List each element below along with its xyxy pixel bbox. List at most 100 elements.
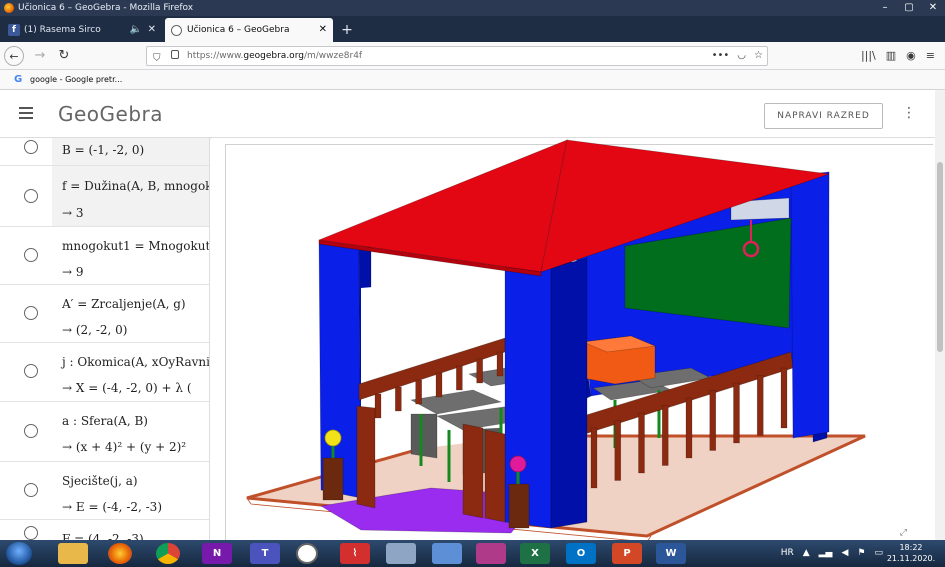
visibility-toggle[interactable] bbox=[24, 189, 38, 203]
algebra-row[interactable]: mnogokut1 = Mnogokut( → 9 bbox=[0, 227, 209, 285]
show-hidden-icons-icon[interactable]: ▲ bbox=[803, 540, 810, 567]
new-tab-button[interactable]: + bbox=[336, 18, 358, 42]
algebra-definition[interactable]: j : Okomica(A, xOyRavnin bbox=[62, 355, 209, 369]
start-button[interactable] bbox=[6, 542, 32, 565]
algebra-definition[interactable]: F = (4, -2, -3) bbox=[62, 532, 144, 540]
system-tray: HR ▲ ▂▄ ◀ ⚑ ▭ bbox=[781, 540, 883, 567]
visibility-toggle[interactable] bbox=[24, 526, 38, 540]
powerpoint-icon[interactable]: P bbox=[612, 543, 642, 564]
railing-slat bbox=[374, 393, 382, 419]
geogebra-logo[interactable]: GeoGebra bbox=[58, 102, 163, 126]
page-actions-icon[interactable]: ••• bbox=[712, 47, 730, 65]
railing-slat bbox=[661, 405, 669, 466]
algebra-row[interactable]: A′ = Zrcaljenje(A, g) → (2, -2, 0) bbox=[0, 285, 209, 343]
firefox-icon[interactable] bbox=[108, 543, 132, 564]
account-icon[interactable]: ◉ bbox=[906, 46, 916, 66]
algebra-definition[interactable]: A′ = Zrcaljenje(A, g) bbox=[62, 297, 186, 311]
geogebra-header: GeoGebra NAPRAVI RAZRED ⋮ bbox=[0, 90, 935, 138]
algebra-row[interactable]: f = Dužina(A, B, mnogok → 3 bbox=[0, 166, 209, 227]
tab-label: (1) Rasema Sirco bbox=[24, 25, 101, 35]
network-icon[interactable]: ▂▄ bbox=[819, 540, 833, 567]
close-tab-icon[interactable]: ✕ bbox=[148, 18, 156, 42]
desk bbox=[410, 413, 438, 459]
close-window-button[interactable]: ✕ bbox=[921, 0, 945, 16]
front-center-column-side bbox=[550, 257, 588, 529]
page-scrollbar[interactable] bbox=[935, 90, 945, 540]
language-indicator[interactable]: HR bbox=[781, 540, 794, 567]
tab-geogebra[interactable]: Učionica 6 – GeoGebra ✕ bbox=[165, 18, 333, 42]
geogebra-icon[interactable] bbox=[296, 543, 318, 564]
chrome-icon[interactable] bbox=[156, 543, 180, 564]
speaker-icon[interactable]: 🔈 bbox=[130, 18, 142, 42]
files-icon[interactable] bbox=[386, 543, 416, 564]
navigation-toolbar: ← → ↻ ⛉ https://www.geogebra.org/m/wwze8… bbox=[0, 42, 945, 70]
flower-yellow bbox=[324, 429, 342, 447]
classroom-3d-scene[interactable] bbox=[211, 138, 935, 540]
hamburger-menu-icon[interactable] bbox=[19, 107, 33, 119]
geogebra-icon bbox=[171, 25, 182, 36]
algebra-row[interactable]: F = (4, -2, -3) bbox=[0, 520, 209, 540]
visibility-toggle[interactable] bbox=[24, 140, 38, 154]
clock[interactable]: 18:22 21.11.2020. bbox=[885, 542, 937, 564]
word-icon[interactable]: W bbox=[656, 543, 686, 564]
visibility-toggle[interactable] bbox=[24, 483, 38, 497]
volume-icon[interactable]: ◀ bbox=[841, 540, 848, 567]
algebra-definition[interactable]: Sjecište(j, a) bbox=[62, 474, 138, 488]
shield-icon[interactable]: ⛉ bbox=[153, 50, 161, 68]
window-titlebar: Učionica 6 – GeoGebra - Mozilla Firefox … bbox=[0, 0, 945, 16]
close-tab-icon[interactable]: ✕ bbox=[319, 18, 327, 42]
bookmark-star-icon[interactable]: ☆ bbox=[754, 47, 763, 65]
algebra-row[interactable]: B = (-1, -2, 0) bbox=[0, 138, 209, 166]
more-options-icon[interactable]: ⋮ bbox=[902, 106, 916, 120]
firefox-icon bbox=[4, 3, 14, 13]
tab-facebook[interactable]: f (1) Rasema Sirco 🔈 ✕ bbox=[2, 18, 162, 42]
windows-taskbar: N T ⌇ X O P W HR ▲ ▂▄ ◀ ⚑ ▭ 18:22 21.11.… bbox=[0, 540, 945, 567]
visibility-toggle[interactable] bbox=[24, 306, 38, 320]
outlook-icon[interactable]: O bbox=[566, 543, 596, 564]
algebra-value: → X = (-4, -2, 0) + λ ( bbox=[62, 381, 192, 395]
scrollbar-thumb[interactable] bbox=[937, 162, 943, 352]
algebra-definition[interactable]: mnogokut1 = Mnogokut( bbox=[62, 239, 209, 253]
back-button[interactable]: ← bbox=[4, 46, 24, 66]
visibility-toggle[interactable] bbox=[24, 364, 38, 378]
url-path: /m/wwze8r4f bbox=[303, 51, 363, 61]
visibility-toggle[interactable] bbox=[24, 424, 38, 438]
winrar-icon[interactable] bbox=[476, 543, 506, 564]
paint-icon[interactable] bbox=[432, 543, 462, 564]
flag-icon[interactable]: ⚑ bbox=[857, 540, 865, 567]
teams-icon[interactable]: T bbox=[250, 543, 280, 564]
forward-button[interactable]: → bbox=[30, 46, 50, 66]
sidebar-icon[interactable]: ▥ bbox=[886, 46, 896, 66]
reload-button[interactable]: ↻ bbox=[54, 46, 74, 66]
menu-icon[interactable]: ≡ bbox=[926, 46, 935, 66]
bookmarks-toolbar: G google - Google pretr... bbox=[0, 70, 945, 90]
tab-label: Učionica 6 – GeoGebra bbox=[187, 25, 290, 35]
acrobat-icon[interactable]: ⌇ bbox=[340, 543, 370, 564]
algebra-row[interactable]: a : Sfera(A, B) → (x + 4)² + (y + 2)² bbox=[0, 402, 209, 462]
url-bar[interactable]: ⛉ https://www.geogebra.org/m/wwze8r4f ••… bbox=[146, 46, 768, 66]
maximize-button[interactable]: ▢ bbox=[897, 0, 921, 16]
algebra-value: → E = (-4, -2, -3) bbox=[62, 500, 163, 514]
graphics-3d-view[interactable]: ⤢ bbox=[211, 138, 935, 540]
url-domain: geogebra.org bbox=[243, 51, 304, 61]
pocket-icon[interactable]: ◡ bbox=[737, 47, 746, 65]
railing-slat bbox=[395, 386, 402, 412]
algebra-definition[interactable]: f = Dužina(A, B, mnogok bbox=[62, 179, 209, 193]
railing-slat bbox=[614, 420, 622, 481]
algebra-definition[interactable]: a : Sfera(A, B) bbox=[62, 414, 148, 428]
minimize-button[interactable]: – bbox=[873, 0, 897, 16]
visibility-toggle[interactable] bbox=[24, 248, 38, 262]
excel-icon[interactable]: X bbox=[520, 543, 550, 564]
bookmark-google[interactable]: google - Google pretr... bbox=[30, 75, 122, 84]
algebra-row[interactable]: j : Okomica(A, xOyRavnin → X = (-4, -2, … bbox=[0, 343, 209, 402]
library-icon[interactable]: |||\ bbox=[861, 46, 876, 66]
clock-date: 21.11.2020. bbox=[886, 554, 936, 563]
lock-icon[interactable] bbox=[171, 50, 179, 59]
algebra-row[interactable]: Sjecište(j, a) → E = (-4, -2, -3) bbox=[0, 462, 209, 520]
fullscreen-icon[interactable]: ⤢ bbox=[900, 528, 907, 538]
onenote-icon[interactable]: N bbox=[202, 543, 232, 564]
algebra-definition[interactable]: B = (-1, -2, 0) bbox=[62, 143, 144, 157]
explorer-icon[interactable] bbox=[58, 543, 88, 564]
make-class-button[interactable]: NAPRAVI RAZRED bbox=[764, 103, 883, 129]
action-center-icon[interactable]: ▭ bbox=[874, 540, 883, 567]
